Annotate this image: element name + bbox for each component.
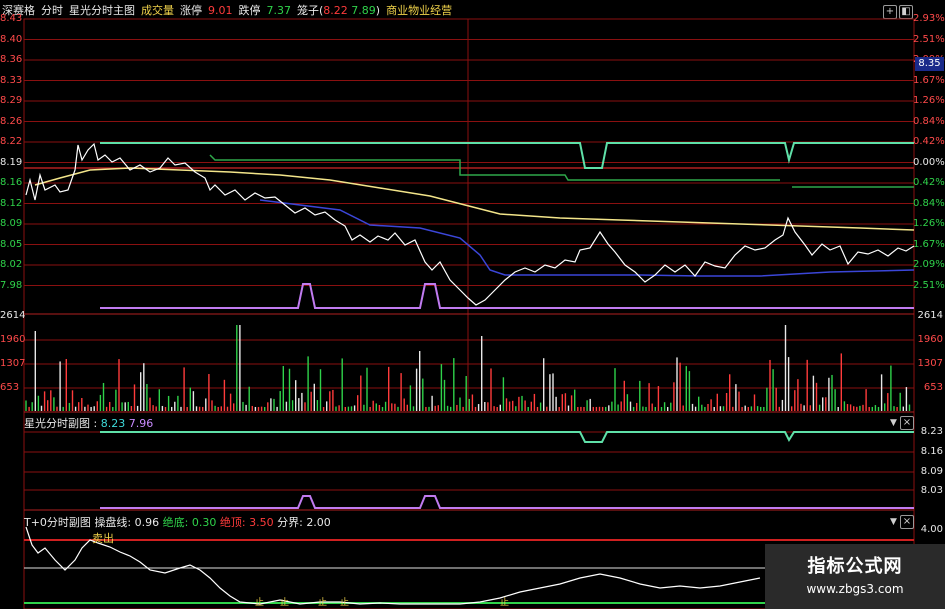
subchart-close-icon[interactable]: × [900,416,914,430]
buy-mark-4: 止 [340,598,350,608]
sub-axis-0: 8.23 [920,426,943,437]
right-axis-label: 0.00% [913,156,945,168]
subchart-header: 星光分时副图 : 8.23 7.96 [24,417,154,430]
left-axis-label: 8.43 [0,13,23,24]
watermark-box: 指标公式网 www.zbgs3.com [765,544,945,609]
right-axis-label: 2.51% [913,33,945,45]
subchart-title[interactable]: 星光分时副图 [24,417,90,430]
right-axis-label: 1.67% [913,74,945,86]
t0-header: T+0分时副图 操盘线: 0.96 绝底: 0.30 绝顶: 3.50 分界: … [24,514,331,530]
left-axis-label: 8.19 [0,156,23,168]
vol-axis-right-3: 653 [923,382,943,393]
left-axis-label: 8.33 [0,74,23,86]
left-axis-label: 7.98 [0,279,23,291]
right-axis-label: 0.84% [913,197,945,209]
sub-axis-3: 8.03 [920,485,943,496]
right-axis-label: 0.42% [913,136,945,147]
right-axis-label: 0.42% [913,177,945,188]
left-axis-label: 8.02 [0,259,23,270]
right-axis-label: 0.84% [913,115,945,127]
t0-axis-0: 4.00 [920,524,943,535]
right-axis-label: 1.26% [913,95,945,106]
subchart-dropdown-icon[interactable]: ▼ [890,418,897,428]
subchart-value1: 8.23 [100,417,126,430]
current-price-box: 8.35 [915,57,944,71]
left-axis-label: 8.22 [0,136,23,147]
lower-band-line [100,283,914,309]
buy-mark-5: 止 [500,598,510,608]
vol-axis-left-1: 1960 [0,334,26,345]
sub-upper-line [100,431,914,443]
vol-axis-left-3: 653 [0,382,20,393]
t0-bottom-label: 绝底: [162,516,189,529]
vol-axis-left-2: 1307 [0,358,26,369]
buy-mark-2: 止 [280,598,290,608]
average-price-line [34,167,915,231]
upper-band-line [100,142,914,169]
left-axis-label: 8.40 [0,33,23,45]
watermark-url: www.zbgs3.com [806,582,904,596]
left-axis-label: 8.26 [0,115,23,127]
t0-bottom-value: 0.30 [191,516,217,529]
vol-axis-left-0: 2614 [0,310,26,321]
right-axis-label: 1.26% [913,218,945,229]
t0-divide-value: 2.00 [306,516,331,529]
right-axis-label: 1.67% [913,238,945,250]
left-axis-label: 8.09 [0,218,23,229]
t0-op-value: 0.96 [134,516,160,529]
right-axis-label: 2.51% [913,279,945,291]
t0-divide-label: 分界: [277,516,303,529]
vol-axis-right-0: 2614 [917,310,943,321]
left-axis-label: 8.05 [0,238,23,250]
buy-mark-1: 止 [255,598,265,608]
right-axis-label: 2.93% [913,13,945,24]
sub-lower-line [100,495,914,509]
t0-top-value: 3.50 [249,516,274,529]
sell-signal-label: 卖出 [92,532,114,545]
left-axis-label: 8.16 [0,177,23,188]
left-axis-label: 8.36 [0,54,23,65]
subchart-value2: 7.96 [128,417,154,430]
right-axis-label: 2.09% [913,259,945,270]
t0-dropdown-icon[interactable]: ▼ [890,517,897,527]
watermark-title: 指标公式网 [807,556,903,577]
left-axis-label: 8.12 [0,197,23,209]
vol-axis-right-1: 1960 [917,334,943,345]
sub-axis-2: 8.09 [920,466,943,477]
t0-top-label: 绝顶: [219,516,246,529]
t0-op-label: 操盘线: [94,516,132,529]
vol-axis-right-2: 1307 [917,358,943,369]
left-axis-label: 8.29 [0,95,23,106]
t0-title[interactable]: T+0分时副图 [24,516,91,529]
sub-axis-1: 8.16 [920,446,943,457]
t0-op-line [25,526,761,605]
t0-close-icon[interactable]: × [900,515,914,529]
buy-mark-3: 止 [318,598,328,608]
